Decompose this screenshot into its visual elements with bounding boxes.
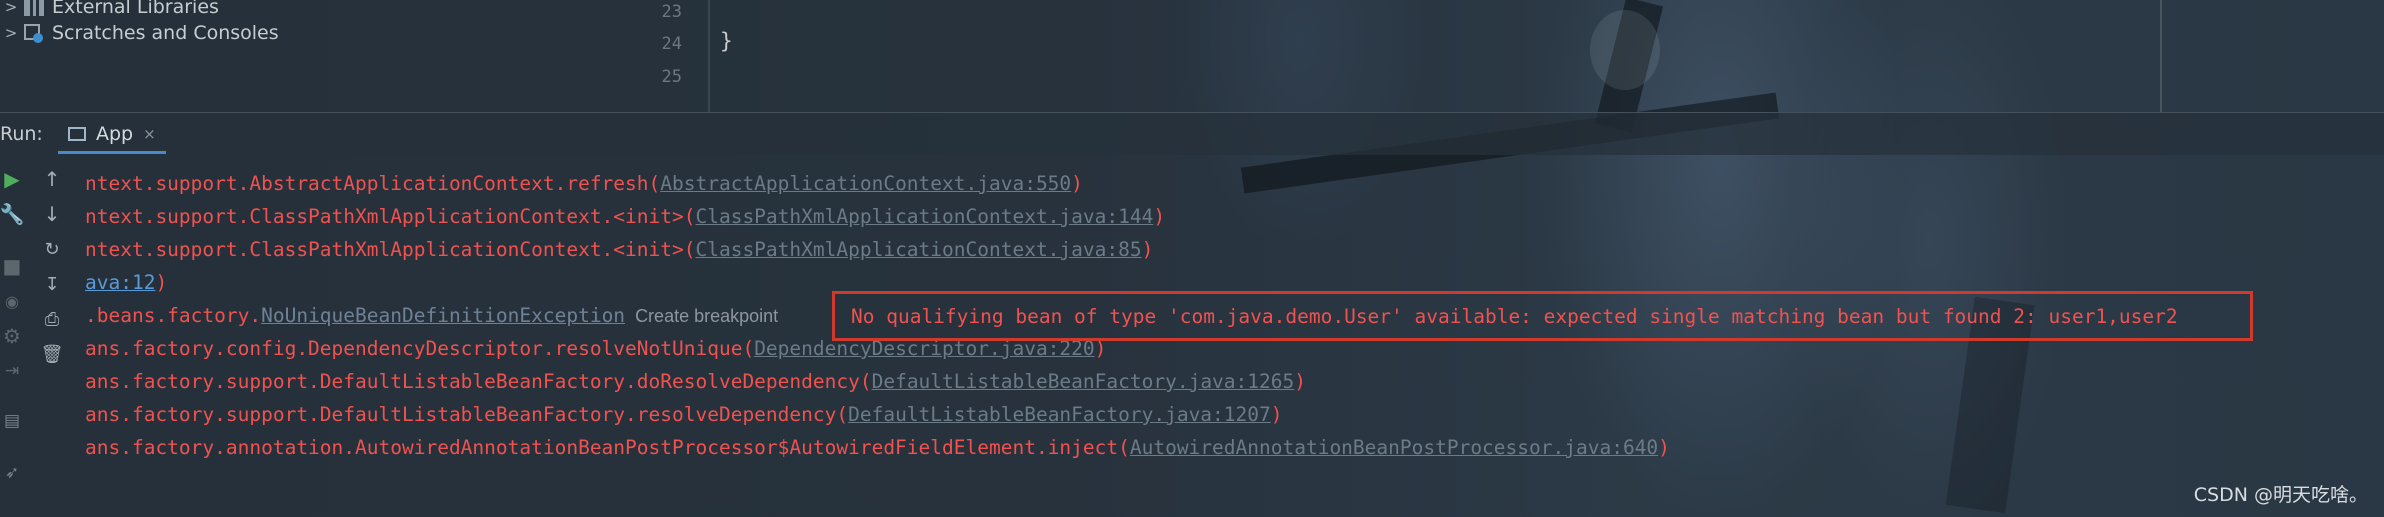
run-icon[interactable]: ▶ [0,164,28,194]
code-line[interactable]: } [720,29,733,53]
stack-frame-text: ans.factory.annotation.AutowiredAnnotati… [85,436,1130,459]
stack-frame-text: ans.factory.support.DefaultListableBeanF… [85,370,872,393]
down-arrow-icon[interactable]: ↓ [36,199,68,229]
gutter-divider [708,0,710,112]
editor-gutter: 23 24 25 [620,0,710,112]
stack-trace-line: ava:12) [85,269,167,297]
stack-trace-line: ans.factory.support.DefaultListableBeanF… [85,368,1306,396]
tree-item-label: External Libraries [52,0,219,18]
exception-class-link[interactable]: NoUniqueBeanDefinitionException [261,304,625,327]
line-number: 23 [661,2,682,22]
stack-trace-line: ans.factory.support.DefaultListableBeanF… [85,401,1283,429]
stack-frame-end: ) [1071,172,1083,195]
line-number: 25 [661,67,682,87]
application-icon [68,127,86,141]
source-link[interactable]: ClassPathXmlApplicationContext.java:144 [695,205,1153,228]
stack-frame-end: ) [1141,238,1154,261]
stack-trace-line: ans.factory.annotation.AutowiredAnnotati… [85,434,1670,462]
stack-frame-end: ) [155,271,168,294]
tab-label: App [96,123,134,145]
scroll-to-end-icon[interactable]: ↧ [36,269,68,299]
source-link[interactable]: AutowiredAnnotationBeanPostProcessor.jav… [1130,436,1658,459]
soft-wrap-icon[interactable]: ↻ [36,234,68,264]
stack-frame-end: ) [1153,205,1166,228]
stack-frame-text: ans.factory.config.DependencyDescriptor.… [85,337,755,360]
source-link[interactable]: DefaultListableBeanFactory.java:1265 [872,370,1295,393]
library-icon [24,0,44,16]
stack-frame-text: ans.factory.support.DefaultListableBeanF… [85,403,849,426]
stack-trace-line: ntext.support.ClassPathXmlApplicationCon… [85,236,1153,264]
pin-icon[interactable]: ➶ [0,458,28,488]
error-message: No qualifying bean of type 'com.java.dem… [851,304,2178,328]
watermark: CSDN @明天吃啥。 [2193,484,2368,506]
source-link[interactable]: DefaultListableBeanFactory.java:1207 [848,403,1271,426]
source-link[interactable]: AbstractApplicationContext.java:550 [660,172,1071,195]
tab-app[interactable]: App × [58,117,166,154]
chevron-right-icon[interactable]: > [0,0,22,16]
wallpaper-highlight [1590,10,1660,90]
stack-frame-end: ) [1270,403,1283,426]
stack-trace-line: ntext.support.ClassPathXmlApplicationCon… [85,203,1165,231]
stack-frame-text: ntext.support.ClassPathXmlApplicationCon… [85,238,696,261]
exception-line: .beans.factory.NoUniqueBeanDefinitionExc… [85,302,778,330]
stack-frame-end: ) [1658,436,1670,459]
stack-frame-text: ntext.support.ClassPathXmlApplicationCon… [85,205,696,228]
console-line-clipped [85,150,2384,160]
project-tree: > External Libraries > Scratches and Con… [0,0,620,112]
source-link[interactable]: ava:12 [85,271,155,294]
create-breakpoint-link[interactable]: Create breakpoint [635,306,778,326]
source-link[interactable]: ClassPathXmlApplicationContext.java:85 [695,238,1141,261]
tree-item-label: Scratches and Consoles [52,22,279,44]
close-icon[interactable]: × [143,125,156,143]
stack-frame-end: ) [1294,370,1306,393]
chevron-right-icon[interactable]: > [0,24,22,42]
gear-icon[interactable]: ⚙ [0,321,28,351]
up-arrow-icon[interactable]: ↑ [36,164,68,194]
run-label: Run: [0,123,43,145]
run-tool-window-header: Run: App × [0,112,2384,155]
scratches-icon [24,24,44,43]
line-number: 24 [661,34,682,54]
layout-icon[interactable]: ▤ [0,406,28,436]
editor-right-margin [2160,0,2162,112]
stack-frame-text: ntext.support.AbstractApplicationContext… [85,172,661,195]
wrench-icon[interactable]: 🔧 [0,199,28,229]
stack-frame-text: .beans.factory. [85,304,262,327]
camera-icon[interactable]: ◉ [0,286,28,316]
tree-item-scratches[interactable]: > Scratches and Consoles [0,18,279,48]
stop-icon[interactable]: ■ [0,251,28,281]
print-icon[interactable]: ⎙ [36,304,68,334]
exit-icon[interactable]: ⇥ [0,356,28,386]
error-message-highlight: No qualifying bean of type 'com.java.dem… [832,291,2253,341]
stack-trace-line: ntext.support.AbstractApplicationContext… [85,170,1083,198]
trash-icon[interactable]: 🗑 [36,339,68,369]
